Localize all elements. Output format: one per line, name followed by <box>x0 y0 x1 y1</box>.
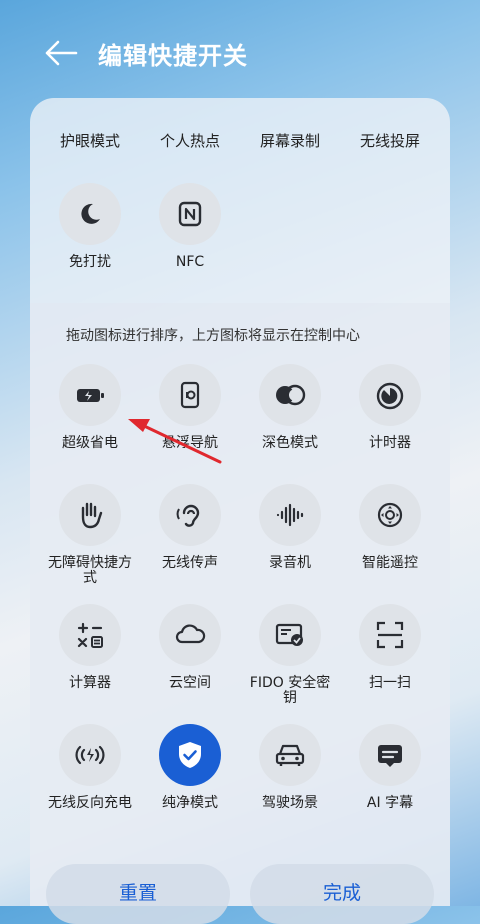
tile-label: 深色模式 <box>262 435 318 451</box>
tile-label: 云空间 <box>169 675 211 691</box>
tile-calculator[interactable]: 计算器 <box>40 604 140 691</box>
tile-button[interactable] <box>359 604 421 666</box>
tile-label: 无障碍快捷方式 <box>48 555 132 586</box>
tile-floating-navigation[interactable]: 悬浮导航 <box>140 364 240 451</box>
tile-recorder[interactable]: 录音机 <box>240 484 340 571</box>
remote-icon <box>377 502 403 528</box>
top-item-wireless-projection[interactable]: 无线投屏 <box>340 130 440 151</box>
tile-accessibility-shortcut[interactable]: 无障碍快捷方式 <box>40 484 140 586</box>
tile-label: 纯净模式 <box>162 795 218 811</box>
sort-hint-text: 拖动图标进行排序，上方图标将显示在控制中心 <box>66 328 360 344</box>
header: 编辑快捷开关 <box>0 0 480 105</box>
tile-label: 录音机 <box>269 555 311 571</box>
tile-button[interactable] <box>359 364 421 426</box>
tile-timer[interactable]: 计时器 <box>340 364 440 451</box>
tile-button[interactable] <box>159 484 221 546</box>
nfc-icon <box>178 201 202 227</box>
tile-button[interactable] <box>159 604 221 666</box>
ear-icon <box>176 504 200 527</box>
waveform-icon <box>276 503 304 527</box>
moon-icon <box>81 203 100 224</box>
accessibility-hand-icon <box>81 502 103 529</box>
car-icon <box>275 744 305 766</box>
tile-label: 计时器 <box>369 435 411 451</box>
tile-button[interactable] <box>259 484 321 546</box>
tile-label: 免打扰 <box>69 254 111 270</box>
tile-scan[interactable]: 扫一扫 <box>340 604 440 691</box>
tile-dark-mode[interactable]: 深色模式 <box>240 364 340 451</box>
dark-mode-icon <box>276 384 306 406</box>
tile-label: 计算器 <box>69 675 111 691</box>
tile-ai-subtitles[interactable]: AI 字幕 <box>340 724 440 811</box>
timer-icon <box>376 382 404 410</box>
reverse-charge-icon <box>75 745 105 765</box>
reset-button[interactable]: 重置 <box>46 864 230 924</box>
tile-button[interactable] <box>59 484 121 546</box>
tile-button[interactable] <box>259 724 321 786</box>
tile-label: 无线传声 <box>162 555 218 571</box>
battery-saver-icon <box>77 389 104 402</box>
tile-nfc-button[interactable] <box>159 183 221 245</box>
tile-label: FIDO 安全密钥 <box>249 675 331 706</box>
shield-check-icon <box>179 742 201 768</box>
scan-icon <box>376 621 404 649</box>
tile-button[interactable] <box>359 724 421 786</box>
tile-wireless-audio[interactable]: 无线传声 <box>140 484 240 571</box>
tile-label: 智能遥控 <box>362 555 418 571</box>
tile-button[interactable] <box>259 604 321 666</box>
active-toggles-row: 护眼模式 个人热点 屏幕录制 无线投屏 <box>30 130 450 154</box>
tile-smart-remote[interactable]: 智能遥控 <box>340 484 440 571</box>
tile-button[interactable] <box>359 484 421 546</box>
cloud-icon <box>175 624 206 644</box>
tile-label: 超级省电 <box>62 435 118 451</box>
tile-label: 驾驶场景 <box>262 795 318 811</box>
tile-driving-scene[interactable]: 驾驶场景 <box>240 724 340 811</box>
tile-button-active[interactable] <box>159 724 221 786</box>
tile-label: 无线反向充电 <box>48 795 132 811</box>
tile-cloud-space[interactable]: 云空间 <box>140 604 240 691</box>
tile-label: AI 字幕 <box>366 795 414 811</box>
tile-super-power-saving[interactable]: 超级省电 <box>40 364 140 451</box>
tile-button[interactable] <box>159 364 221 426</box>
fido-key-icon <box>275 623 303 646</box>
tile-button[interactable] <box>59 604 121 666</box>
back-arrow-icon[interactable] <box>44 38 78 68</box>
tile-label: 扫一扫 <box>369 675 411 691</box>
top-item-eye-comfort[interactable]: 护眼模式 <box>40 130 140 151</box>
tile-nfc[interactable]: NFC <box>140 183 240 270</box>
tile-button[interactable] <box>59 364 121 426</box>
tile-label: NFC <box>175 254 205 270</box>
calculator-icon <box>77 622 103 648</box>
top-item-hotspot[interactable]: 个人热点 <box>140 130 240 151</box>
page-title: 编辑快捷开关 <box>98 42 248 70</box>
tile-label: 悬浮导航 <box>162 435 218 451</box>
done-button[interactable]: 完成 <box>250 864 434 924</box>
floating-nav-icon <box>180 381 200 409</box>
tile-do-not-disturb-button[interactable] <box>59 183 121 245</box>
top-item-screen-record[interactable]: 屏幕录制 <box>240 130 340 151</box>
subtitle-icon <box>378 745 402 767</box>
tile-wireless-reverse-charging[interactable]: 无线反向充电 <box>40 724 140 811</box>
quick-toggles-panel: 护眼模式 个人热点 屏幕录制 无线投屏 免打扰 NFC 拖动图标进行排序，上方图… <box>30 98 450 906</box>
tile-button[interactable] <box>59 724 121 786</box>
tile-button[interactable] <box>259 364 321 426</box>
tile-fido-key[interactable]: FIDO 安全密钥 <box>240 604 340 706</box>
tile-do-not-disturb[interactable]: 免打扰 <box>40 183 140 270</box>
tile-pure-mode[interactable]: 纯净模式 <box>140 724 240 811</box>
